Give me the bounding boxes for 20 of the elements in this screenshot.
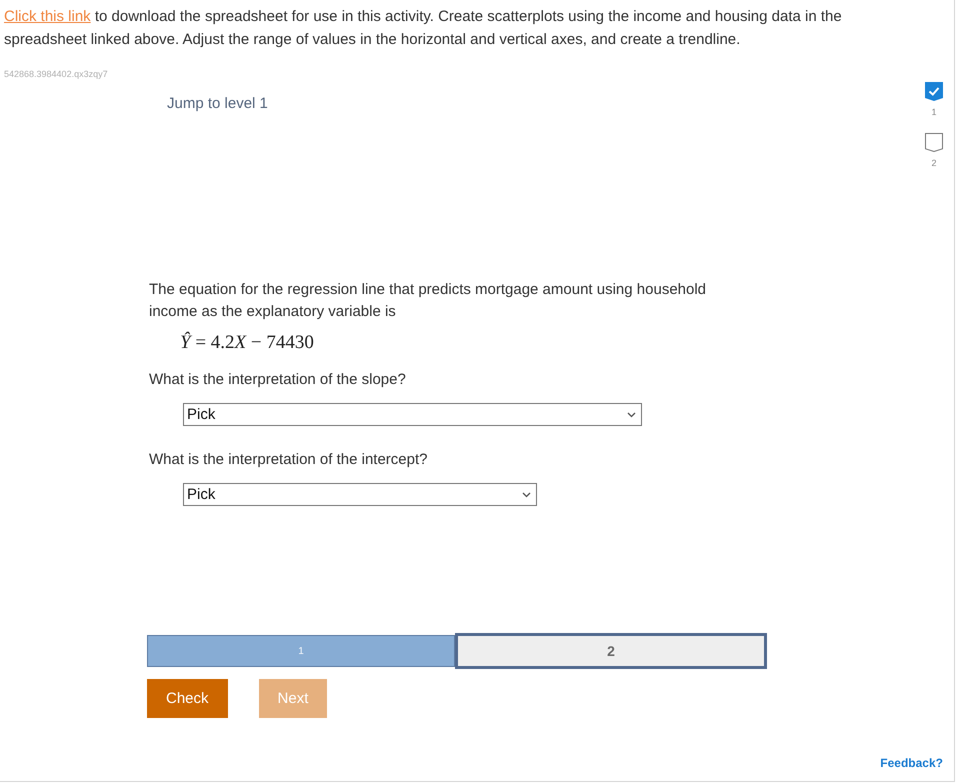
jump-to-level-link[interactable]: Jump to level 1 (167, 95, 268, 113)
regression-equation: Ŷ = 4.2X − 74430 (180, 331, 314, 355)
activity-id: 542868.3984402.qx3zqy7 (4, 69, 108, 80)
level-number: 1 (931, 107, 936, 118)
feedback-link[interactable]: Feedback? (880, 756, 943, 770)
checked-box-icon[interactable] (925, 82, 943, 101)
answer-dropdown[interactable]: Pick (183, 483, 537, 506)
level-number: 2 (931, 158, 936, 169)
question-text: The equation for the regression line that predicts mortgage amount using household income as the explanatory variable is (149, 280, 708, 322)
caret-icon (522, 492, 531, 498)
caret-icon (627, 412, 636, 418)
download-link[interactable]: Click this link (4, 8, 91, 25)
answer-dropdown[interactable]: Pick (183, 403, 642, 426)
question-prompt: What is the interpretation of the slope? (149, 370, 406, 390)
question-prompt: What is the interpretation of the intercept? (149, 450, 428, 470)
instructions-text: Click this link to download the spreadsheet for use in this activity. Create scatterplots using the income and housing data in the spreadsheet linked above. Adjust the range of values in the horizontal and vertical axes, and create a trendline. (4, 7, 843, 50)
empty-box-icon[interactable] (925, 133, 943, 152)
level-tab[interactable]: 2 (455, 633, 767, 669)
check-button[interactable]: Check (147, 679, 228, 718)
level-tab[interactable]: 1 (147, 635, 455, 667)
